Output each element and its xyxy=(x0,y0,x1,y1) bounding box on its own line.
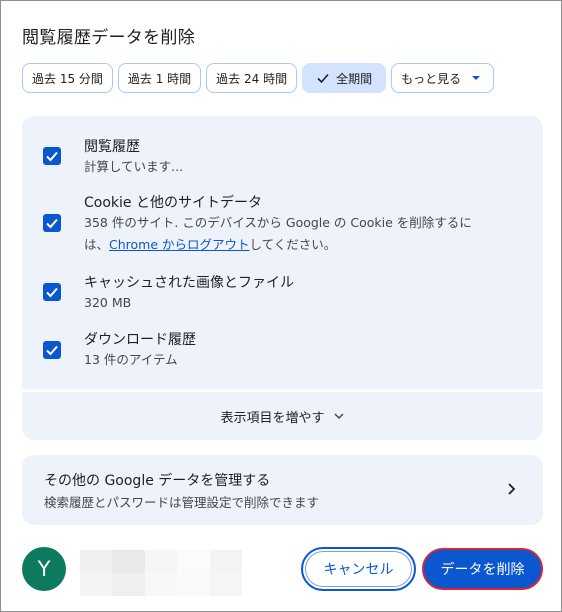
item-subtitle-line2: は、Chrome からログアウトしてください。 xyxy=(84,234,336,255)
delete-data-button[interactable]: データを削除 xyxy=(422,548,543,590)
manage-google-data-row[interactable]: その他の Google データを管理する 検索履歴とパスワードは管理設定で削除で… xyxy=(22,455,543,525)
chip-label: 過去 1 時間 xyxy=(127,71,192,86)
chevron-right-icon xyxy=(508,483,516,495)
item-subtitle: 13 件のアイテム xyxy=(84,352,178,367)
chip-last-24-hours[interactable]: 過去 24 時間 xyxy=(206,63,298,93)
manage-title: その他の Google データを管理する xyxy=(44,473,271,489)
chevron-down-icon xyxy=(333,413,344,420)
item-subtitle: 358 件のサイト. このデバイスから Google の Cookie を削除す… xyxy=(84,215,472,230)
chip-label: 過去 24 時間 xyxy=(216,71,288,86)
chip-label: 過去 15 分間 xyxy=(32,71,103,86)
item-title: キャッシュされた画像とファイル xyxy=(84,275,294,291)
checkbox-download-history[interactable] xyxy=(43,341,61,359)
avatar: Y xyxy=(22,547,66,591)
check-icon xyxy=(46,218,58,229)
time-range-chips: 過去 15 分間 過去 1 時間 過去 24 時間 全期間 もっと見る xyxy=(22,63,495,95)
chip-last-15-minutes[interactable]: 過去 15 分間 xyxy=(22,63,113,93)
item-title: ダウンロード履歴 xyxy=(84,332,196,348)
item-title: 閲覧履歴 xyxy=(84,139,140,155)
cancel-button[interactable]: キャンセル xyxy=(301,547,416,591)
dialog-title: 閲覧履歴データを削除 xyxy=(22,28,195,48)
check-icon xyxy=(46,287,58,298)
chip-all-time[interactable]: 全期間 xyxy=(302,63,387,93)
checkbox-browsing-history[interactable] xyxy=(43,147,61,165)
check-icon xyxy=(46,345,58,356)
clear-browsing-data-dialog: 閲覧履歴データを削除 過去 15 分間 過去 1 時間 過去 24 時間 全期間… xyxy=(0,0,562,612)
chip-last-hour[interactable]: 過去 1 時間 xyxy=(117,63,202,93)
avatar-letter: Y xyxy=(37,557,51,581)
data-types-card: 閲覧履歴 計算しています... Cookie と他のサイトデータ 358 件のサ… xyxy=(22,116,543,389)
chip-label: 全期間 xyxy=(336,71,373,86)
manage-subtitle: 検索履歴とパスワードは管理設定で削除できます xyxy=(44,495,320,510)
checkbox-cookies[interactable] xyxy=(43,214,61,232)
check-icon xyxy=(317,73,329,84)
subtitle-prefix: は、 xyxy=(84,237,110,252)
delete-label: データを削除 xyxy=(440,562,525,578)
item-subtitle: 計算しています... xyxy=(84,159,184,174)
item-subtitle: 320 MB xyxy=(84,295,132,310)
chip-more-options[interactable]: もっと見る xyxy=(391,63,495,93)
caret-down-icon xyxy=(472,76,481,80)
chip-label: もっと見る xyxy=(401,71,462,86)
account-info-redacted xyxy=(80,550,242,596)
checkbox-cache[interactable] xyxy=(43,283,61,301)
show-more-button[interactable]: 表示項目を増やす xyxy=(22,392,543,440)
cancel-label: キャンセル xyxy=(323,562,394,578)
show-more-label: 表示項目を増やす xyxy=(220,410,325,426)
item-title: Cookie と他のサイトデータ xyxy=(84,195,262,211)
sign-out-link[interactable]: Chrome からログアウト xyxy=(109,237,250,252)
subtitle-suffix: してください。 xyxy=(249,237,337,252)
check-icon xyxy=(46,151,58,162)
